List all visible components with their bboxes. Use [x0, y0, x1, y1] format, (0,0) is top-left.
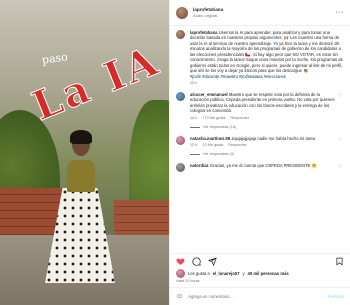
heart-icon[interactable]: [176, 257, 185, 266]
likes-count[interactable]: 40 mil personas más: [248, 271, 289, 276]
heart-icon[interactable]: ♡: [338, 94, 344, 100]
caption-username[interactable]: laprofetatiana: [190, 30, 217, 35]
comment-username[interactable]: alcocer_emmanuel: [190, 92, 228, 97]
publish-button[interactable]: Publicar: [327, 294, 344, 299]
avatar[interactable]: [176, 269, 185, 279]
comment-likes[interactable]: 773 Me gusta: [202, 116, 225, 121]
post-actions: [170, 253, 350, 269]
comment-username[interactable]: natordiaz: [190, 163, 209, 168]
replies-divider: [190, 153, 200, 155]
view-replies-label: Ver respuestas (4): [203, 152, 235, 157]
bookmark-icon[interactable]: [335, 257, 344, 266]
caption-hashtags[interactable]: #jcxfe #docente #maestro #jcxfetatiana #…: [190, 74, 344, 79]
post-timestamp: Hace 20 horas: [176, 279, 200, 284]
post-sidebar: laprofetatiana Audio original ··· laprof…: [169, 0, 350, 305]
comment-username[interactable]: natasha.martinez.98: [190, 136, 230, 141]
more-horizontal-icon[interactable]: ···: [336, 8, 345, 17]
caption-text: Usemos la IA para aprender, para analiza…: [190, 30, 343, 74]
likes-summary: Les gusta a el_lunarejo07 y 40 mil perso…: [170, 269, 350, 279]
comments-scroll-area[interactable]: laprofetatiana Usemos la IA para aprende…: [170, 26, 350, 253]
audio-label[interactable]: Audio original: [193, 13, 223, 18]
emoji-icon[interactable]: ☺: [176, 292, 183, 301]
comment-time: 12 h: [190, 143, 198, 148]
caption-body: laprofetatiana Usemos la IA para aprende…: [190, 30, 344, 74]
replies-divider: [190, 126, 200, 128]
likes-prefix: Les gusta a: [188, 271, 210, 277]
person-torso: [67, 160, 95, 192]
post-header-text: laprofetatiana Audio original: [193, 7, 223, 18]
comment-time: 16 h: [190, 115, 198, 120]
avatar[interactable]: [176, 6, 188, 19]
post-viewer: paso La IA laprofetatiana Audio original…: [0, 0, 350, 305]
media-overlay-small-text: paso: [41, 50, 69, 67]
avatar[interactable]: [176, 135, 185, 145]
likes-user[interactable]: el_lunarejo07: [213, 271, 240, 276]
comment: natasha.martinez.98 Jajajajajjajaja nadi…: [176, 135, 344, 157]
comment: natordiaz Gracias, ya me di cuenta que C…: [176, 162, 344, 172]
heart-icon[interactable]: ♡: [338, 164, 344, 171]
person-hair: [70, 130, 92, 144]
likes-middle: y: [242, 271, 245, 277]
view-replies-label: Ver respuestas (16): [203, 124, 237, 129]
view-replies-button[interactable]: Ver respuestas (16): [190, 125, 335, 130]
comment-text: Jajajajajjajaja nadie me había hecho mi …: [231, 135, 316, 141]
heart-icon[interactable]: ♡: [338, 137, 344, 144]
avatar[interactable]: [176, 162, 185, 172]
post-media[interactable]: paso La IA: [0, 0, 169, 305]
reply-button[interactable]: Responder: [228, 143, 247, 148]
avatar[interactable]: [176, 30, 185, 39]
comment-input[interactable]: [188, 294, 323, 299]
caption-time: 20 h: [190, 81, 198, 86]
comment: alcocer_emmanuel Maestro que se respete …: [176, 92, 344, 130]
caption: laprofetatiana Usemos la IA para aprende…: [176, 30, 344, 86]
comment-likes[interactable]: 13 Me gusta: [202, 143, 223, 148]
view-replies-button[interactable]: Ver respuestas (4): [190, 152, 335, 157]
comment-icon[interactable]: [192, 257, 201, 267]
comment-text: Gracias, ya me di cuenta que CEPEDA PRES…: [209, 162, 317, 168]
comment-composer: ☺ Publicar: [170, 287, 350, 305]
share-icon[interactable]: [208, 257, 217, 266]
post-header: laprofetatiana Audio original ···: [170, 0, 350, 26]
reply-button[interactable]: Responder: [230, 116, 249, 121]
avatar[interactable]: [176, 92, 185, 101]
